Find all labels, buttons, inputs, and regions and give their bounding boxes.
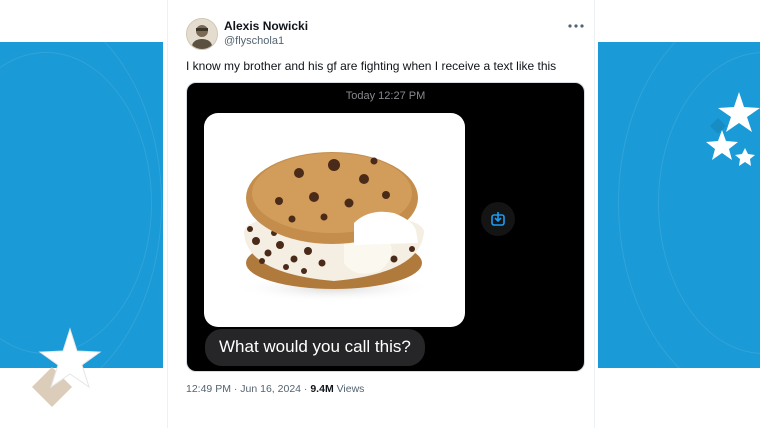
author-name[interactable]: Alexis Nowicki	[224, 19, 308, 33]
message-timestamp: Today 12:27 PM	[345, 90, 426, 102]
cookie-sandwich-image	[234, 152, 434, 302]
tweet-metadata: 12:49 PM · Jun 16, 2024 · 9.4M Views	[186, 383, 364, 395]
download-icon	[491, 212, 505, 226]
tweet-card[interactable]: Alexis Nowicki @flyschola1 I know my bro…	[167, 0, 595, 428]
background-panel-left	[0, 42, 163, 368]
message-bubble: What would you call this?	[205, 329, 425, 366]
more-horizontal-icon	[568, 24, 584, 28]
avatar-image-icon	[187, 19, 217, 49]
stars-decoration-icon	[706, 92, 760, 166]
star-decoration-icon	[32, 327, 102, 407]
more-options-button[interactable]	[566, 16, 586, 32]
tweet-text: I know my brother and his gf are fightin…	[186, 59, 557, 73]
message-photo[interactable]	[204, 113, 465, 327]
save-image-button[interactable]	[481, 202, 515, 236]
tweet-media[interactable]: Today 12:27 PM What would you call this?	[186, 82, 585, 372]
author-handle[interactable]: @flyschola1	[224, 35, 284, 47]
views-label: Views	[333, 383, 365, 395]
tweet-timestamp[interactable]: 12:49 PM · Jun 16, 2024	[186, 383, 301, 395]
avatar[interactable]	[186, 18, 218, 50]
views-count: 9.4M	[310, 383, 334, 395]
meta-separator: ·	[301, 383, 311, 395]
